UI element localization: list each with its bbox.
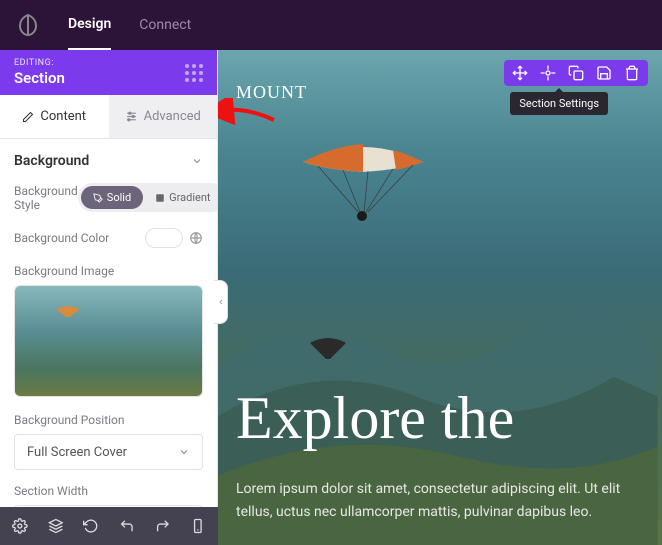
layers-icon[interactable] <box>48 518 64 534</box>
bg-style-label: Background Style <box>14 184 78 212</box>
editing-target: Section <box>14 69 65 87</box>
canvas-preview[interactable]: Section Settings MOUNT Explore the Lorem… <box>218 50 662 545</box>
bg-position-value: Full Screen Cover <box>27 445 127 460</box>
group-background-title: Background <box>14 153 89 169</box>
section-settings-tooltip: Section Settings <box>510 92 608 115</box>
hero-section <box>218 50 662 545</box>
history-icon[interactable] <box>83 518 99 534</box>
hero-paragraph[interactable]: Lorem ipsum dolor sit amet, consectetur … <box>236 478 644 523</box>
sliders-icon <box>125 110 138 123</box>
bg-style-gradient-label: Gradient <box>169 191 210 204</box>
tab-advanced-label: Advanced <box>144 109 201 124</box>
bg-style-solid-label: Solid <box>107 191 131 204</box>
site-brand: MOUNT <box>236 82 307 103</box>
bg-style-gradient[interactable]: Gradient <box>143 186 217 209</box>
tab-content-label: Content <box>40 109 86 124</box>
bg-color-swatch[interactable] <box>145 228 183 248</box>
undo-icon[interactable] <box>119 518 135 534</box>
group-background-header[interactable]: Background <box>14 153 203 169</box>
app-logo-icon <box>16 13 40 37</box>
bg-image-label: Background Image <box>14 264 203 278</box>
editing-header: EDITING: Section <box>0 50 217 95</box>
section-toolbar <box>504 60 648 86</box>
bg-position-select[interactable]: Full Screen Cover <box>14 434 203 470</box>
panel-tabs: Content Advanced <box>0 95 217 139</box>
top-navbar: Design Connect <box>0 0 662 50</box>
settings-icon[interactable] <box>540 65 556 81</box>
copy-icon[interactable] <box>568 65 584 81</box>
globe-icon[interactable] <box>189 231 203 245</box>
nav-tab-design[interactable]: Design <box>68 0 111 51</box>
section-width-label: Section Width <box>14 484 203 498</box>
gradient-icon <box>155 193 165 203</box>
redo-icon[interactable] <box>155 518 171 534</box>
bg-color-row: Background Color <box>14 228 203 248</box>
bottom-toolbar <box>0 507 218 545</box>
tab-content[interactable]: Content <box>0 95 109 138</box>
nav-tab-connect[interactable]: Connect <box>139 1 191 49</box>
bg-position-label: Background Position <box>14 413 203 427</box>
chevron-left-icon <box>217 297 225 307</box>
sidebar-collapse-handle[interactable] <box>214 280 228 324</box>
chevron-down-icon <box>178 446 190 458</box>
paraglider-small-icon <box>308 335 348 363</box>
save-icon[interactable] <box>596 65 612 81</box>
brush-icon <box>93 193 103 203</box>
tab-advanced[interactable]: Advanced <box>109 95 218 138</box>
move-icon[interactable] <box>512 65 528 81</box>
chevron-down-icon <box>191 155 203 167</box>
bg-color-label: Background Color <box>14 231 109 245</box>
bg-style-segmented: Solid Gradient <box>78 183 217 212</box>
pencil-icon <box>22 111 34 123</box>
content-panel: Background Background Style Solid Gradie… <box>0 139 217 545</box>
editing-label: EDITING: <box>14 58 65 68</box>
paraglider-icon <box>55 304 81 320</box>
drag-handle-icon[interactable] <box>185 64 203 82</box>
mobile-icon[interactable] <box>190 518 206 534</box>
bg-style-solid[interactable]: Solid <box>81 186 143 209</box>
trash-icon[interactable] <box>624 65 640 81</box>
gear-icon[interactable] <box>12 518 28 534</box>
paraglider-main-icon <box>298 140 428 230</box>
bg-style-row: Background Style Solid Gradient <box>14 183 203 212</box>
bg-image-preview[interactable] <box>14 285 203 397</box>
hero-heading[interactable]: Explore the <box>236 384 514 453</box>
editor-sidebar: EDITING: Section Content Advanced Backgr… <box>0 50 218 545</box>
